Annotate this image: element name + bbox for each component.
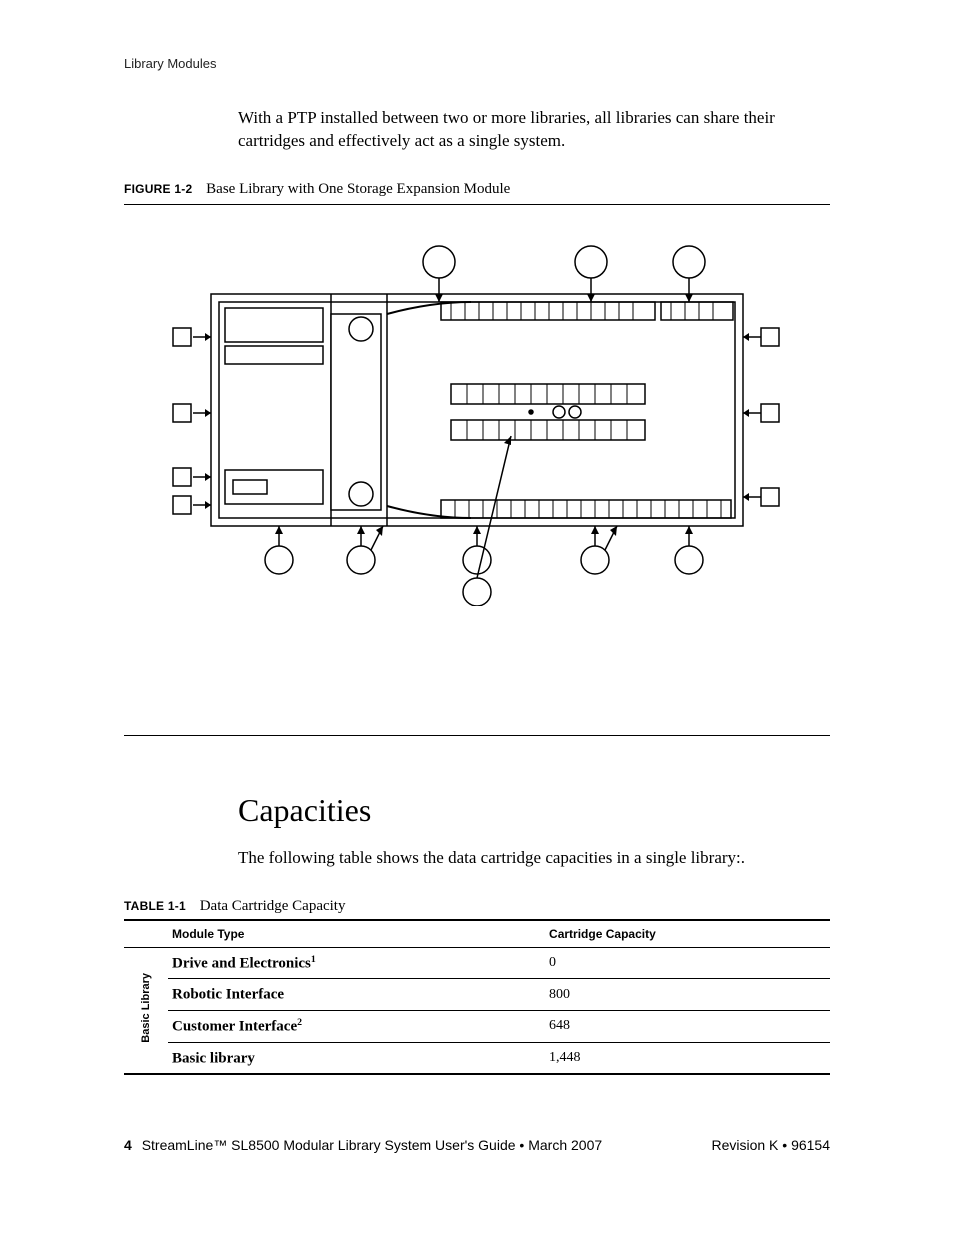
- row-group-label: Basic Library: [141, 973, 152, 1043]
- section-lead: The following table shows the data cartr…: [238, 847, 830, 870]
- page-footer: 4 StreamLine™ SL8500 Modular Library Sys…: [124, 1137, 830, 1153]
- table-header-spacer: [124, 920, 168, 948]
- library-schematic-figure: [171, 234, 783, 606]
- table-header-row: Module Type Cartridge Capacity: [124, 920, 830, 948]
- table-row: Basic Library Drive and Electronics1 0: [124, 947, 830, 979]
- capacity-cell: 1,448: [545, 1042, 830, 1074]
- table-row: Customer Interface2 648: [124, 1011, 830, 1043]
- figure-label: FIGURE 1-2: [124, 182, 192, 196]
- figure-title: Base Library with One Storage Expansion …: [206, 181, 510, 197]
- capacity-table: Module Type Cartridge Capacity Basic Lib…: [124, 919, 830, 1076]
- table-title: Data Cartridge Capacity: [200, 898, 346, 914]
- running-head: Library Modules: [124, 56, 830, 71]
- table-row: Robotic Interface 800: [124, 979, 830, 1011]
- row-group-basic-library: Basic Library: [124, 947, 168, 1074]
- footer-revision: Revision K • 96154: [711, 1137, 830, 1153]
- capacity-cell: 648: [545, 1011, 830, 1043]
- table-caption: TABLE 1-1 Data Cartridge Capacity: [124, 898, 830, 915]
- footer-left: 4 StreamLine™ SL8500 Modular Library Sys…: [124, 1137, 602, 1153]
- footer-doc-title: StreamLine™ SL8500 Modular Library Syste…: [142, 1137, 602, 1153]
- module-type-cell: Basic library: [168, 1042, 545, 1074]
- module-type-cell: Drive and Electronics1: [168, 947, 545, 979]
- figure-area: [124, 205, 830, 635]
- section-heading-capacities: Capacities: [238, 792, 830, 829]
- figure-caption: FIGURE 1-2 Base Library with One Storage…: [124, 181, 830, 198]
- page-number: 4: [124, 1137, 132, 1153]
- capacity-cell: 0: [545, 947, 830, 979]
- col-cartridge-capacity: Cartridge Capacity: [545, 920, 830, 948]
- intro-paragraph: With a PTP installed between two or more…: [238, 107, 830, 153]
- table-label: TABLE 1-1: [124, 899, 186, 913]
- capacity-cell: 800: [545, 979, 830, 1011]
- table-row: Basic library 1,448: [124, 1042, 830, 1074]
- figure-bottom-rule: [124, 735, 830, 736]
- col-module-type: Module Type: [168, 920, 545, 948]
- document-page: Library Modules With a PTP installed bet…: [0, 0, 954, 1235]
- module-type-cell: Robotic Interface: [168, 979, 545, 1011]
- module-type-cell: Customer Interface2: [168, 1011, 545, 1043]
